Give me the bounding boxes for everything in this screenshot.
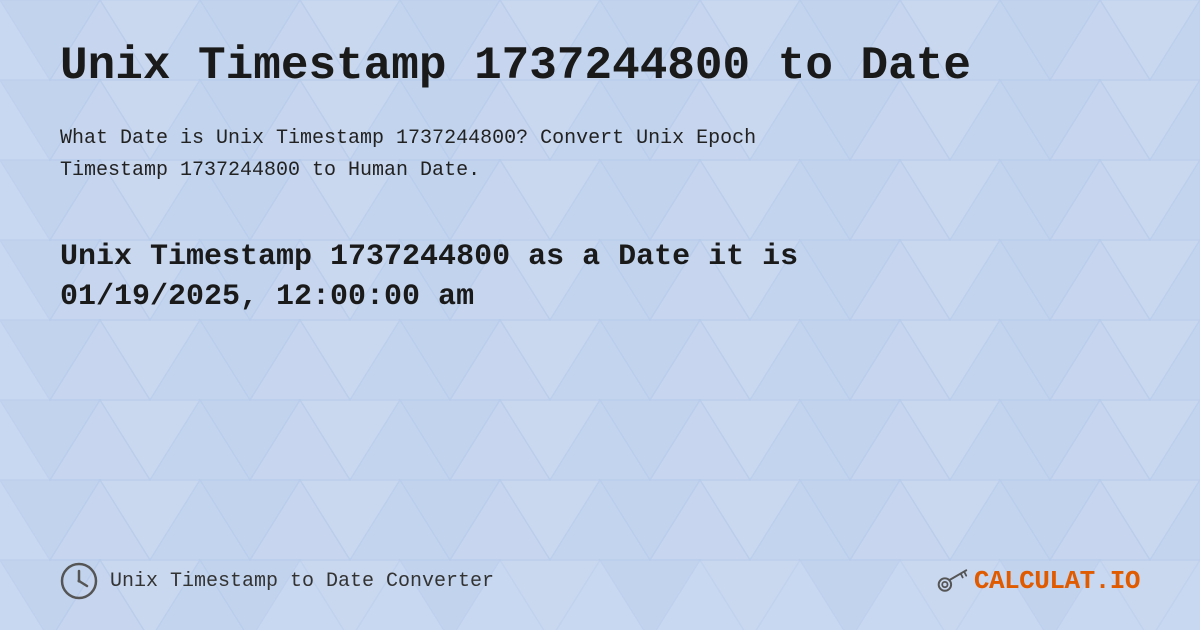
- page-content: Unix Timestamp 1737244800 to Date What D…: [0, 0, 1200, 630]
- footer-left: Unix Timestamp to Date Converter: [60, 562, 494, 600]
- clock-icon: [60, 562, 98, 600]
- logo-area: CALCULAT.IO: [936, 565, 1140, 597]
- result-section: Unix Timestamp 1737244800 as a Date it i…: [60, 237, 1140, 318]
- result-line2: 01/19/2025, 12:00:00 am: [60, 280, 474, 314]
- result-line1: Unix Timestamp 1737244800 as a Date it i…: [60, 240, 798, 274]
- result-text: Unix Timestamp 1737244800 as a Date it i…: [60, 237, 1060, 318]
- logo-text: CALCULAT.IO: [974, 566, 1140, 596]
- page-description: What Date is Unix Timestamp 1737244800? …: [60, 123, 960, 187]
- logo-text-accent: .IO: [1095, 566, 1140, 596]
- footer: Unix Timestamp to Date Converter CALCULA…: [60, 562, 1140, 600]
- calculat-logo-icon: [936, 565, 968, 597]
- converter-label: Unix Timestamp to Date Converter: [110, 570, 494, 593]
- description-line1: What Date is Unix Timestamp 1737244800? …: [60, 127, 756, 150]
- logo-text-main: CALCULAT: [974, 566, 1095, 596]
- page-title: Unix Timestamp 1737244800 to Date: [60, 40, 1140, 93]
- description-line2: Timestamp 1737244800 to Human Date.: [60, 159, 480, 182]
